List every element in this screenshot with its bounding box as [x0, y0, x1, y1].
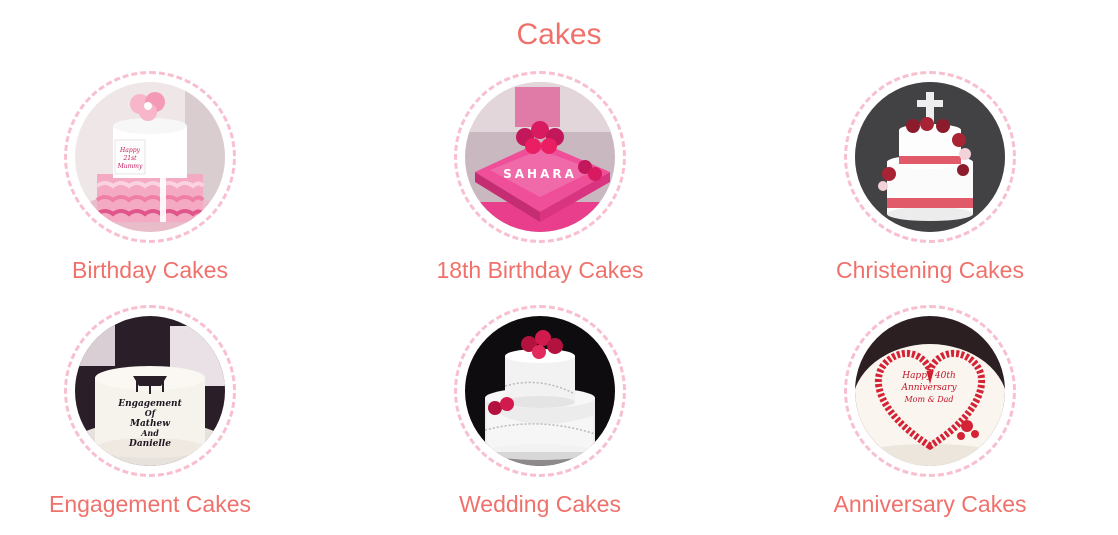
- cake-text-line: Of: [145, 408, 157, 418]
- category-card-birthday[interactable]: Happy 21st Mummy Birthday Cakes: [20, 71, 280, 284]
- category-label[interactable]: Birthday Cakes: [20, 257, 280, 284]
- cake-text-line: Happy: [119, 147, 140, 154]
- cake-text-line: Mom & Dad: [903, 395, 953, 404]
- image-ring: Happy 40th Anniversary Mom & Dad: [844, 305, 1016, 477]
- birthday-cake-photo[interactable]: Happy 21st Mummy: [75, 82, 225, 232]
- category-label[interactable]: 18th Birthday Cakes: [410, 257, 670, 284]
- image-ring: Happy 21st Mummy: [64, 71, 236, 243]
- cake-text-line: Mummy: [117, 163, 143, 170]
- image-ring: SAHARA: [454, 71, 626, 243]
- image-ring: Engagement Of Mathew And Danielle: [64, 305, 236, 477]
- category-card-anniversary[interactable]: Happy 40th Anniversary Mom & Dad Anniver…: [800, 305, 1060, 518]
- category-grid: Happy 21st Mummy Birthday Cakes SAHARA 1…: [0, 0, 1118, 535]
- category-label[interactable]: Engagement Cakes: [20, 491, 280, 518]
- 18th-birthday-cake-photo[interactable]: SAHARA: [465, 82, 615, 232]
- category-label[interactable]: Christening Cakes: [800, 257, 1060, 284]
- cake-text-line: Anniversary: [900, 383, 957, 393]
- category-label[interactable]: Anniversary Cakes: [800, 491, 1060, 518]
- cake-text-line: 21st: [122, 155, 137, 162]
- category-card-18th-birthday[interactable]: SAHARA 18th Birthday Cakes: [410, 71, 670, 284]
- category-card-engagement[interactable]: Engagement Of Mathew And Danielle Engage…: [20, 305, 280, 518]
- cake-text-line: Happy 40th: [901, 371, 956, 381]
- cake-text-line: And: [140, 428, 159, 438]
- cake-text-line: SAHARA: [503, 167, 577, 181]
- image-ring: [844, 71, 1016, 243]
- category-label[interactable]: Wedding Cakes: [410, 491, 670, 518]
- christening-cake-photo[interactable]: [855, 82, 1005, 232]
- wedding-cake-photo[interactable]: [465, 316, 615, 466]
- category-card-wedding[interactable]: Wedding Cakes: [410, 305, 670, 518]
- category-card-christening[interactable]: Christening Cakes: [800, 71, 1060, 284]
- anniversary-cake-photo[interactable]: Happy 40th Anniversary Mom & Dad: [855, 316, 1005, 466]
- cake-text-line: Danielle: [128, 439, 171, 449]
- image-ring: [454, 305, 626, 477]
- engagement-cake-photo[interactable]: Engagement Of Mathew And Danielle: [75, 316, 225, 466]
